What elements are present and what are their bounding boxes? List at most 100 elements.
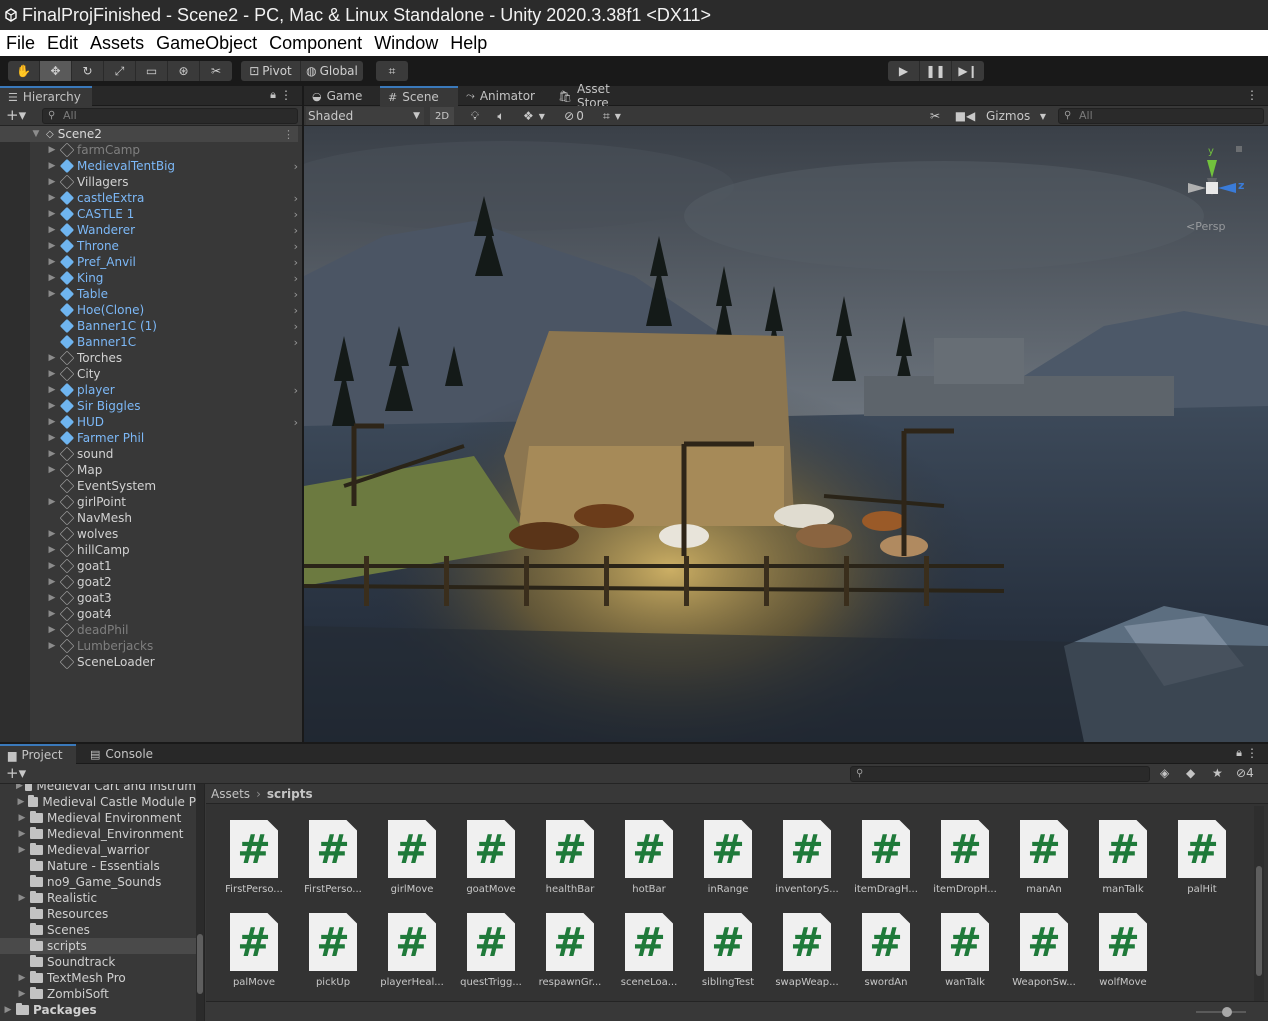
panel-menu-icon[interactable]: ⋮ bbox=[280, 88, 292, 102]
move-tool-button[interactable]: ✥ bbox=[40, 61, 72, 81]
2d-toggle[interactable]: 2D bbox=[430, 107, 454, 125]
folder-fold-icon[interactable]: ▶ bbox=[16, 797, 26, 807]
maximize-button[interactable] bbox=[1176, 0, 1222, 30]
hierarchy-item[interactable]: ▶ hillCamp bbox=[30, 542, 302, 558]
script-asset[interactable]: # questTrigg... bbox=[447, 913, 526, 1003]
grid-dropdown[interactable]: ⌗ ▼ bbox=[592, 107, 632, 125]
project-folder[interactable]: ▶ ZombiSoft bbox=[0, 986, 196, 1002]
fold-right-icon[interactable]: ▶ bbox=[46, 529, 58, 539]
folder-fold-icon[interactable]: ▶ bbox=[2, 1005, 14, 1015]
fold-right-icon[interactable]: ▶ bbox=[46, 561, 58, 571]
folder-fold-icon[interactable]: ▶ bbox=[16, 845, 28, 855]
icon-size-slider-thumb[interactable] bbox=[1222, 1007, 1232, 1017]
fold-right-icon[interactable]: ▶ bbox=[46, 433, 58, 443]
hierarchy-item[interactable]: ▶ wolves bbox=[30, 526, 302, 542]
fold-right-icon[interactable]: ▶ bbox=[46, 609, 58, 619]
project-folder[interactable]: Scenes bbox=[0, 922, 196, 938]
hierarchy-item[interactable]: ▶ King › bbox=[30, 270, 302, 286]
scale-tool-button[interactable]: ⤢ bbox=[104, 61, 136, 81]
project-folder[interactable]: no9_Game_Sounds bbox=[0, 874, 196, 890]
hierarchy-item[interactable]: ▶ Torches bbox=[30, 350, 302, 366]
project-menu-icon[interactable]: ⋮ bbox=[1246, 746, 1258, 760]
hierarchy-item[interactable]: ▶ deadPhil bbox=[30, 622, 302, 638]
custom-tool-button[interactable]: ✂ bbox=[200, 61, 232, 81]
folder-fold-icon[interactable]: ▶ bbox=[16, 989, 28, 999]
hierarchy-item[interactable]: ▶ Sir Biggles bbox=[30, 398, 302, 414]
play-button[interactable]: ▶ bbox=[888, 61, 920, 81]
script-asset[interactable]: # wolfMove bbox=[1079, 913, 1158, 1003]
project-folder[interactable]: ▶ Medieval Castle Module P bbox=[0, 794, 196, 810]
fold-right-icon[interactable]: ▶ bbox=[46, 369, 58, 379]
fold-right-icon[interactable]: ▶ bbox=[46, 353, 58, 363]
hierarchy-item[interactable]: ▶ MedievalTentBig › bbox=[30, 158, 302, 174]
project-folder[interactable]: ▶ Medieval_Environment bbox=[0, 826, 196, 842]
tab-project[interactable]: ▆ Project bbox=[0, 744, 76, 764]
hierarchy-item[interactable]: ▶ Lumberjacks bbox=[30, 638, 302, 654]
hierarchy-scrollbar[interactable] bbox=[298, 126, 302, 742]
script-asset[interactable]: # itemDragH... bbox=[842, 820, 921, 910]
project-folder[interactable]: ▶ TextMesh Pro bbox=[0, 970, 196, 986]
hierarchy-item[interactable]: ▶ City bbox=[30, 366, 302, 382]
hierarchy-item[interactable]: ▶ Farmer Phil bbox=[30, 430, 302, 446]
pause-button[interactable]: ❚❚ bbox=[920, 61, 952, 81]
scene-orientation-gizmo[interactable]: y z <Persp bbox=[1174, 138, 1254, 248]
script-asset[interactable]: # swapWeap... bbox=[763, 913, 842, 1003]
hidden-objects-toggle[interactable]: ⊘ 0 bbox=[558, 107, 590, 125]
project-folder[interactable]: ▶ Medieval Environment bbox=[0, 810, 196, 826]
folder-fold-icon[interactable]: ▶ bbox=[16, 813, 28, 823]
fold-right-icon[interactable]: ▶ bbox=[46, 401, 58, 411]
pivot-toggle[interactable]: ⊡ Pivot bbox=[241, 61, 301, 81]
fold-right-icon[interactable]: ▶ bbox=[46, 449, 58, 459]
script-asset[interactable]: # goatMove bbox=[447, 820, 526, 910]
project-add-icon[interactable]: +▾ bbox=[6, 764, 26, 782]
project-search-input[interactable]: ⚲ bbox=[850, 766, 1150, 782]
rect-tool-button[interactable]: ▭ bbox=[136, 61, 168, 81]
menu-component[interactable]: Component bbox=[263, 33, 368, 54]
tab-animator[interactable]: ⤳ Animator bbox=[458, 86, 548, 106]
tab-game[interactable]: ◒ Game bbox=[304, 86, 376, 106]
fold-right-icon[interactable]: ▶ bbox=[46, 241, 58, 251]
folder-fold-icon[interactable]: ▶ bbox=[16, 784, 23, 791]
folder-tree-scroll-thumb[interactable] bbox=[197, 934, 203, 994]
menu-assets[interactable]: Assets bbox=[84, 33, 150, 54]
script-asset[interactable]: # manTalk bbox=[1079, 820, 1158, 910]
fold-right-icon[interactable]: ▶ bbox=[46, 289, 58, 299]
add-icon[interactable]: +▾ bbox=[6, 106, 26, 124]
project-folder[interactable]: Soundtrack bbox=[0, 954, 196, 970]
project-folder[interactable]: Resources bbox=[0, 906, 196, 922]
hierarchy-item[interactable]: ▶ goat2 bbox=[30, 574, 302, 590]
hierarchy-item[interactable]: ▶ goat3 bbox=[30, 590, 302, 606]
hierarchy-item[interactable]: EventSystem bbox=[30, 478, 302, 494]
script-asset[interactable]: # swordAn bbox=[842, 913, 921, 1003]
persp-label[interactable]: <Persp bbox=[1186, 220, 1225, 233]
hierarchy-item[interactable]: ▶ CASTLE 1 › bbox=[30, 206, 302, 222]
breadcrumb-assets[interactable]: Assets bbox=[211, 787, 250, 801]
script-asset[interactable]: # sceneLoa... bbox=[605, 913, 684, 1003]
tab-scene[interactable]: # Scene bbox=[380, 86, 458, 106]
hierarchy-item[interactable]: ▶ sound bbox=[30, 446, 302, 462]
step-button[interactable]: ▶❙ bbox=[952, 61, 984, 81]
audio-toggle[interactable]: 🔈︎ bbox=[490, 107, 512, 125]
fold-down-icon[interactable]: ▼ bbox=[30, 129, 42, 139]
script-asset[interactable]: # WeaponSw... bbox=[1000, 913, 1079, 1003]
script-asset[interactable]: # palMove bbox=[210, 913, 289, 1003]
asset-scrollbar[interactable] bbox=[1254, 806, 1264, 1001]
fold-right-icon[interactable]: ▶ bbox=[46, 465, 58, 475]
transform-tool-button[interactable]: ⊛ bbox=[168, 61, 200, 81]
script-asset[interactable]: # hotBar bbox=[605, 820, 684, 910]
effects-dropdown[interactable]: ❖ ▼ bbox=[514, 107, 554, 125]
gizmos-dropdown[interactable]: Gizmos ▼ bbox=[982, 107, 1050, 125]
fold-right-icon[interactable]: ▶ bbox=[46, 417, 58, 427]
fold-right-icon[interactable]: ▶ bbox=[46, 209, 58, 219]
lock-icon[interactable]: 🔒︎ bbox=[270, 88, 276, 102]
script-asset[interactable]: # respawnGr... bbox=[526, 913, 605, 1003]
script-asset[interactable]: # manAn bbox=[1000, 820, 1079, 910]
menu-file[interactable]: File bbox=[0, 33, 41, 54]
grid-snap-button[interactable]: ⌗ bbox=[376, 61, 408, 81]
icon-size-slider-track[interactable] bbox=[1196, 1011, 1246, 1013]
fold-right-icon[interactable]: ▶ bbox=[46, 577, 58, 587]
fold-right-icon[interactable]: ▶ bbox=[46, 385, 58, 395]
fold-right-icon[interactable]: ▶ bbox=[46, 625, 58, 635]
project-folder[interactable]: ▶ Medieval_warrior bbox=[0, 842, 196, 858]
hierarchy-item[interactable]: ▶ goat1 bbox=[30, 558, 302, 574]
